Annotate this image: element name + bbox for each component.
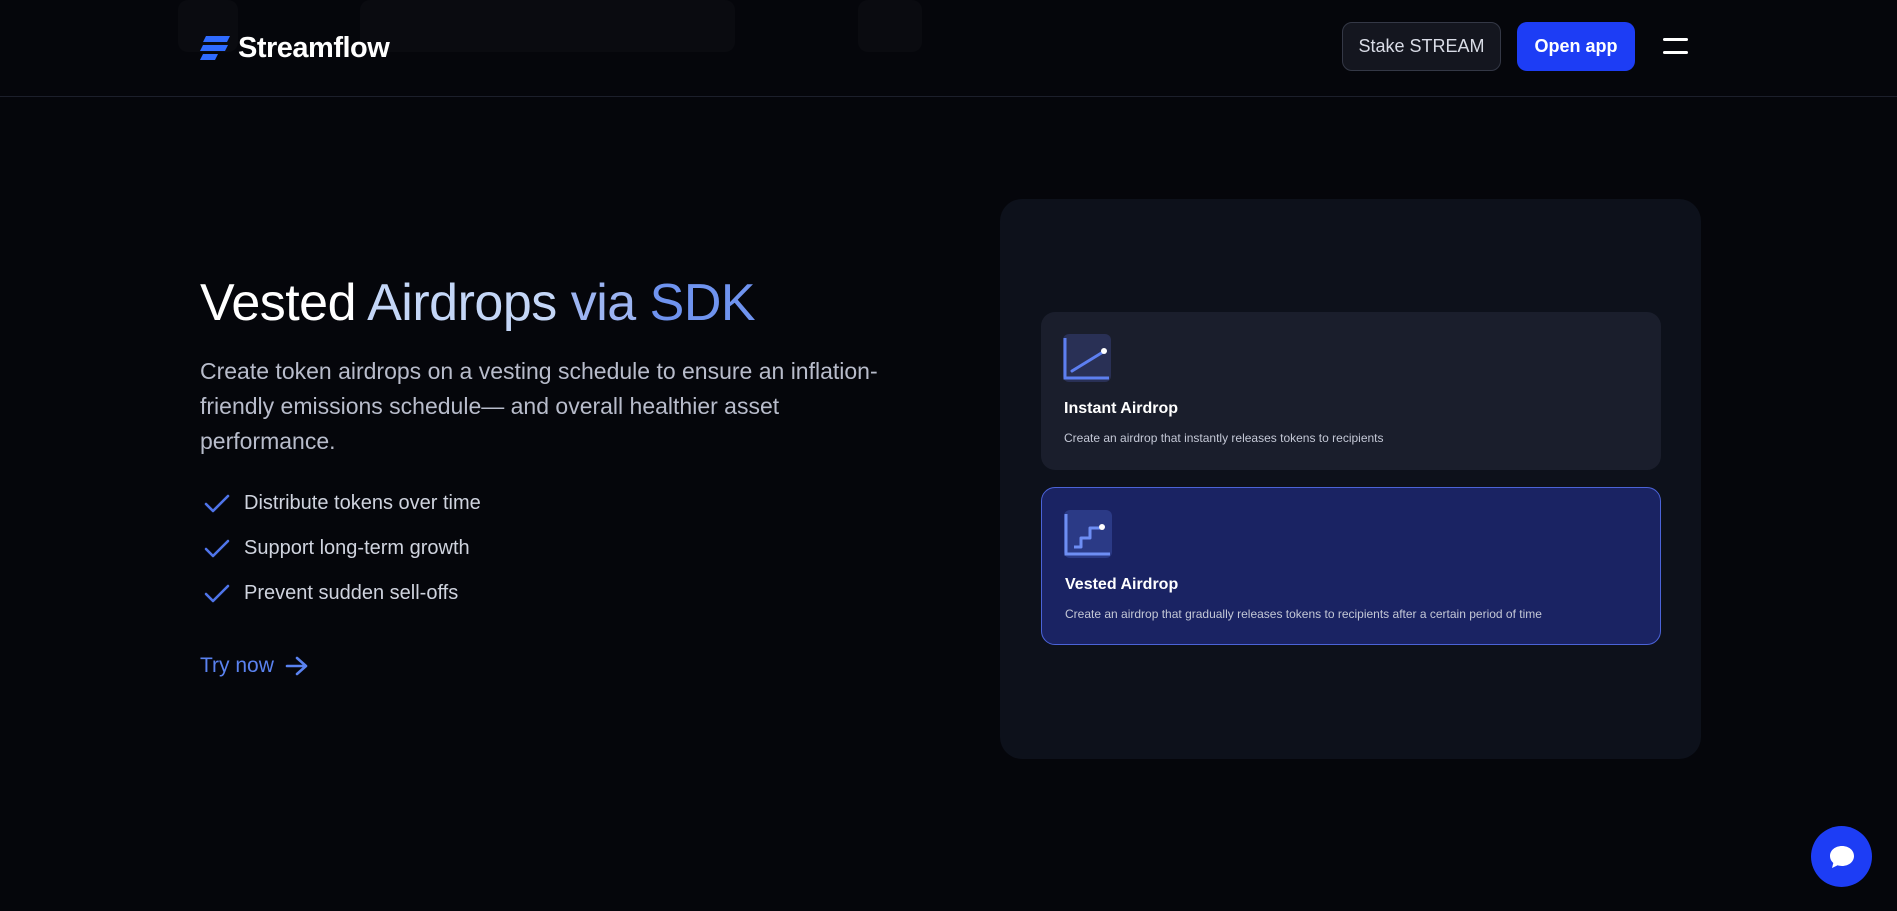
arrow-right-icon bbox=[285, 656, 308, 676]
title-word: Airdrops bbox=[367, 274, 557, 332]
chat-bubble-icon bbox=[1829, 845, 1854, 868]
option-title: Instant Airdrop bbox=[1064, 400, 1179, 417]
chat-support-button[interactable] bbox=[1811, 826, 1872, 887]
title-word: Vested bbox=[200, 274, 357, 332]
feature-list: Distribute tokens over time Support long… bbox=[200, 481, 481, 616]
streamflow-logo-icon bbox=[200, 36, 230, 60]
vested-airdrop-option[interactable]: Vested Airdrop Create an airdrop that gr… bbox=[1041, 487, 1661, 645]
try-now-link[interactable]: Try now bbox=[200, 654, 310, 678]
streamflow-logo[interactable]: Streamflow bbox=[200, 30, 390, 66]
check-icon bbox=[204, 494, 230, 512]
hamburger-menu-icon[interactable] bbox=[1660, 34, 1692, 60]
instant-airdrop-option[interactable]: Instant Airdrop Create an airdrop that i… bbox=[1041, 312, 1661, 470]
open-app-button[interactable]: Open app bbox=[1517, 22, 1635, 71]
header-backdrop-shape bbox=[858, 0, 922, 52]
header-backdrop-shape bbox=[360, 0, 735, 52]
option-title: Vested Airdrop bbox=[1065, 576, 1179, 593]
logo-text: Streamflow bbox=[238, 31, 390, 64]
option-description: Create an airdrop that gradually release… bbox=[1065, 607, 1542, 621]
hero-description: Create token airdrops on a vesting sched… bbox=[200, 358, 878, 454]
airdrop-type-preview: Instant Airdrop Create an airdrop that i… bbox=[1000, 199, 1701, 759]
stake-stream-button[interactable]: Stake STREAM bbox=[1342, 22, 1501, 71]
title-word: SDK bbox=[649, 274, 756, 332]
check-icon bbox=[204, 539, 230, 557]
feature-item: Support long-term growth bbox=[200, 526, 481, 571]
option-description: Create an airdrop that instantly release… bbox=[1064, 431, 1384, 445]
title-word: via bbox=[570, 274, 636, 332]
feature-label: Prevent sudden sell-offs bbox=[244, 582, 459, 604]
hero-title: Vested Airdrops via SDK bbox=[200, 272, 756, 334]
check-icon bbox=[204, 584, 230, 602]
feature-label: Distribute tokens over time bbox=[244, 492, 481, 514]
site-header: Streamflow Stake STREAM Open app bbox=[0, 0, 1897, 97]
feature-item: Distribute tokens over time bbox=[200, 481, 481, 526]
try-now-label: Try now bbox=[200, 654, 274, 677]
feature-label: Support long-term growth bbox=[244, 537, 470, 559]
rising-chart-icon bbox=[1063, 334, 1111, 382]
step-chart-icon bbox=[1064, 510, 1112, 558]
feature-item: Prevent sudden sell-offs bbox=[200, 571, 481, 616]
